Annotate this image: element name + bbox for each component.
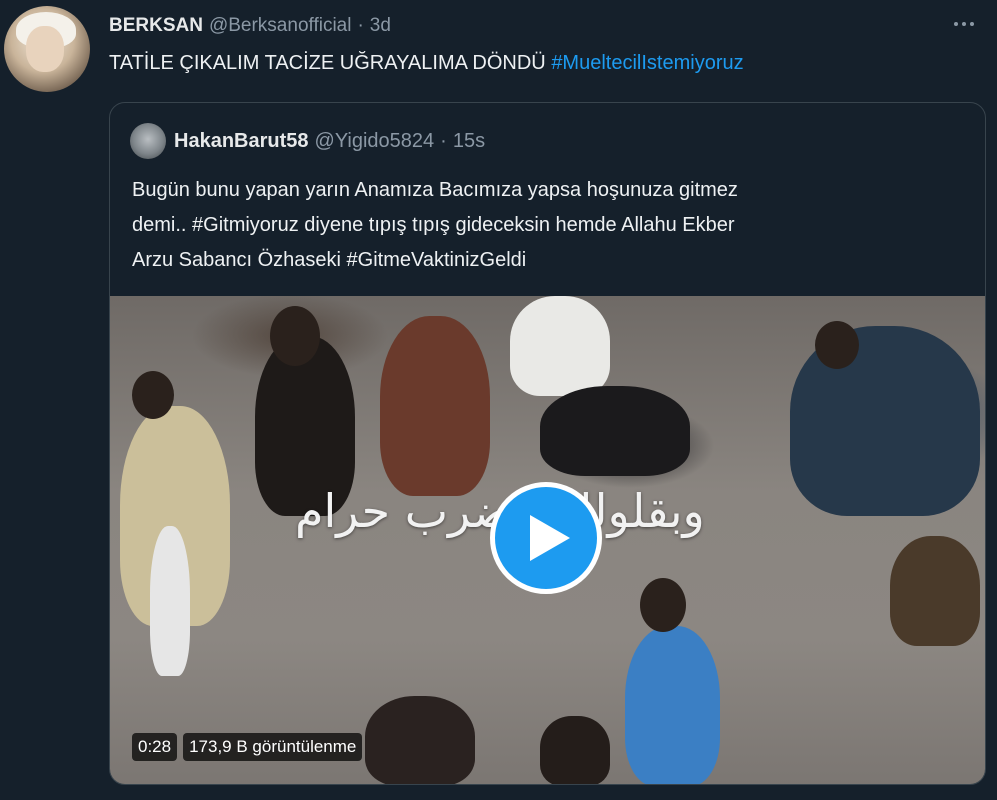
video-person <box>365 696 475 784</box>
separator-dot: · <box>357 15 364 36</box>
author-name[interactable]: BERKSAN <box>109 15 203 37</box>
tweet-time[interactable]: 3d <box>370 15 391 37</box>
video-person <box>510 296 610 396</box>
quoted-author-name[interactable]: HakanBarut58 <box>174 130 309 153</box>
video-badges: 0:28 173,9 B görüntülenme <box>132 733 363 761</box>
quoted-author-avatar[interactable] <box>130 123 166 159</box>
quoted-author-handle[interactable]: @Yigido5824 <box>315 130 435 153</box>
video-person <box>540 716 610 784</box>
video-player[interactable]: وبقلولك الضرب حرام 0:28 173,9 B görüntül… <box>110 296 985 784</box>
video-person-head <box>815 321 859 369</box>
author-avatar[interactable] <box>4 6 90 92</box>
play-icon[interactable] <box>490 482 602 594</box>
more-dot <box>954 22 958 26</box>
video-view-count: 173,9 B görüntülenme <box>183 733 363 761</box>
tweet-header: BERKSAN @Berksanofficial · 3d <box>109 11 391 41</box>
video-person <box>625 626 720 784</box>
hashtag-link[interactable]: #MueltecilIstemiyoruz <box>551 52 743 74</box>
video-person-head <box>640 578 686 632</box>
quoted-text-line: demi.. #Gitmiyoruz diyene tıpış tıpış gi… <box>132 214 735 236</box>
author-handle[interactable]: @Berksanofficial <box>209 15 352 37</box>
video-duration: 0:28 <box>132 733 178 761</box>
quoted-text-line: Bugün bunu yapan yarın Anamıza Bacımıza … <box>132 179 738 201</box>
more-dot <box>970 22 974 26</box>
video-person <box>540 386 690 476</box>
tweet-body: TATİLE ÇIKALIM TACİZE UĞRAYALIMA DÖNDÜ <box>109 52 546 74</box>
more-options-icon[interactable] <box>949 16 979 32</box>
play-triangle <box>530 515 570 561</box>
quoted-text-line: Arzu Sabancı Özhaseki #GitmeVaktinizGeld… <box>132 249 527 271</box>
video-person-head <box>132 371 174 419</box>
tweet[interactable]: BERKSAN @Berksanofficial · 3d TATİLE ÇIK… <box>0 0 997 800</box>
quoted-tweet-text: Bugün bunu yapan yarın Anamıza Bacımıza … <box>132 173 962 278</box>
video-person <box>380 316 490 496</box>
separator-dot: · <box>440 130 447 152</box>
quoted-tweet-header: HakanBarut58 @Yigido5824 · 15s <box>174 130 485 153</box>
video-person <box>150 526 190 676</box>
tweet-text: TATİLE ÇIKALIM TACİZE UĞRAYALIMA DÖNDÜ #… <box>109 52 744 75</box>
video-person <box>890 536 980 646</box>
quoted-tweet-time[interactable]: 15s <box>453 130 485 153</box>
avatar-face <box>26 26 64 72</box>
quoted-tweet[interactable]: HakanBarut58 @Yigido5824 · 15s Bugün bun… <box>109 102 986 785</box>
more-dot <box>962 22 966 26</box>
video-person-head <box>270 306 320 366</box>
